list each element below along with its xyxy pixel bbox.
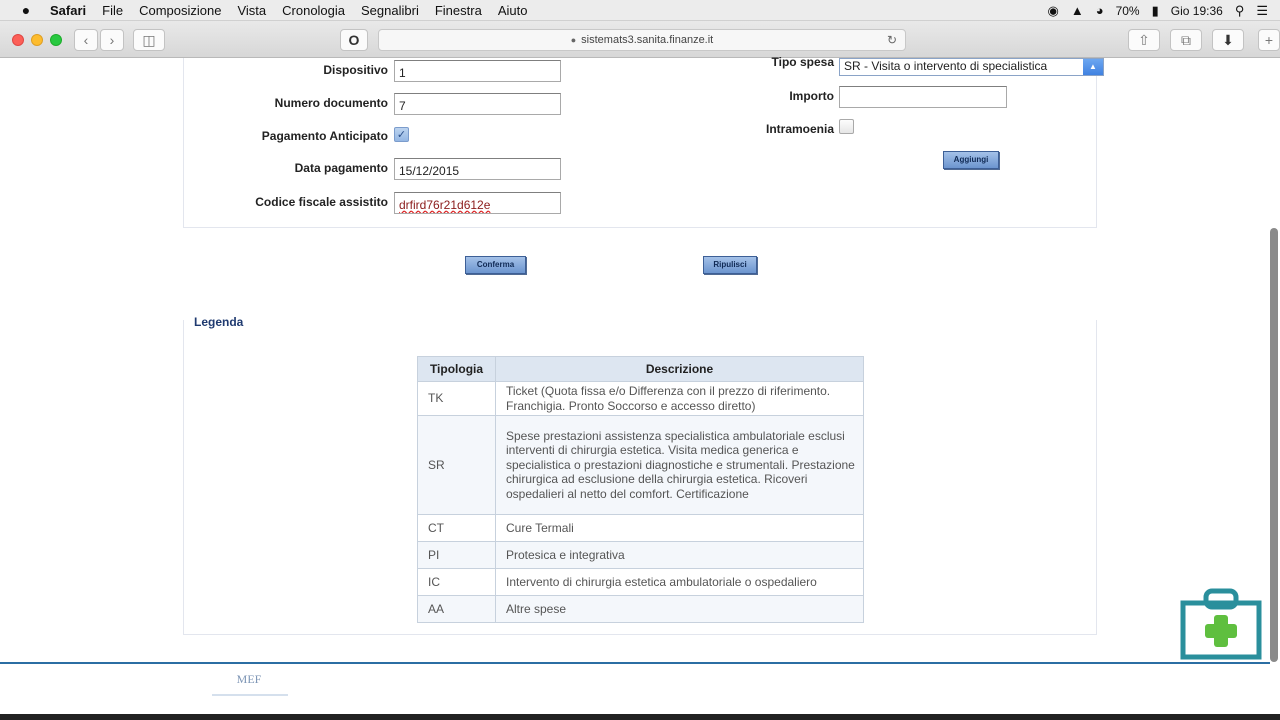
wifi-icon[interactable]: ◕ — [1096, 3, 1104, 18]
plus-icon: + — [1264, 32, 1274, 48]
tipo-spesa-value: SR - Visita o intervento di specialistic… — [844, 59, 1048, 73]
codice-fiscale-label: Codice fiscale assistito — [255, 195, 388, 209]
menu-vista[interactable]: Vista — [237, 3, 266, 18]
medkit-icon[interactable] — [1180, 588, 1262, 660]
row-code: IC — [417, 568, 496, 596]
close-window-button[interactable] — [12, 34, 24, 46]
apple-icon[interactable]: ● — [18, 2, 34, 18]
macos-menubar: ● Safari File Composizione Vista Cronolo… — [0, 0, 1280, 21]
checkmark-icon: ✓ — [396, 129, 407, 141]
intramoenia-label: Intramoenia — [765, 122, 834, 136]
importo-input[interactable] — [839, 86, 1007, 108]
share-button[interactable]: ⇧ — [1128, 29, 1160, 51]
mef-logo-subtitle — [212, 694, 288, 696]
row-code: PI — [417, 541, 496, 569]
menubar-status: ◉ ▲ ◕ 70% ▮ Gio 19:36 ⚲ ☰ — [1048, 0, 1269, 21]
row-code: AA — [417, 595, 496, 623]
download-icon: ⬇ — [1222, 31, 1234, 48]
numero-documento-input[interactable]: 7 — [394, 93, 561, 115]
drive-icon[interactable]: ▲ — [1071, 3, 1084, 18]
intramoenia-checkbox[interactable] — [839, 119, 854, 134]
reload-icon[interactable]: ↻ — [887, 33, 897, 47]
new-tab-button[interactable]: + — [1258, 29, 1280, 51]
header-descrizione: Descrizione — [495, 356, 864, 382]
menu-finestra[interactable]: Finestra — [435, 3, 482, 18]
tipo-spesa-select[interactable]: SR - Visita o intervento di specialistic… — [839, 58, 1104, 76]
menu-cronologia[interactable]: Cronologia — [282, 3, 345, 18]
chevron-left-icon: ‹ — [83, 32, 89, 48]
chevron-right-icon: › — [109, 32, 115, 48]
chevron-down-icon: ▲︎ — [1083, 59, 1103, 75]
row-description: Cure Termali — [495, 514, 864, 542]
sidebar-button[interactable]: ◫ — [133, 29, 165, 51]
forward-button[interactable]: › — [100, 29, 124, 51]
battery-icon[interactable]: ▮ — [1152, 3, 1159, 19]
table-row: TK Ticket (Quota fissa e/o Differenza co… — [417, 381, 864, 416]
tabs-button[interactable]: ⧉ — [1170, 29, 1202, 51]
header-tipologia: Tipologia — [417, 356, 496, 382]
downloads-button[interactable]: ⬇ — [1212, 29, 1244, 51]
menu-composizione[interactable]: Composizione — [139, 3, 221, 18]
codice-fiscale-input[interactable]: drfird76r21d612e — [394, 192, 561, 214]
data-pagamento-input[interactable]: 15/12/2015 — [394, 158, 561, 180]
table-row: AA Altre spese — [417, 595, 864, 623]
reader-icon: O — [348, 32, 360, 48]
address-bar[interactable]: ● sistemats3.sanita.finanze.it ↻ — [378, 29, 906, 51]
pagamento-anticipato-label: Pagamento Anticipato — [261, 129, 388, 143]
reader-button[interactable]: O — [340, 29, 368, 51]
aggiungi-button[interactable]: Aggiungi — [943, 151, 999, 169]
share-icon: ⇧ — [1138, 31, 1150, 48]
address-url: sistemats3.sanita.finanze.it — [581, 34, 714, 46]
menu-file[interactable]: File — [102, 3, 123, 18]
dispositivo-label: Dispositivo — [323, 63, 388, 77]
window-bottom-edge — [0, 714, 1280, 720]
conferma-button[interactable]: Conferma — [465, 256, 526, 274]
notification-center-icon[interactable]: ☰ — [1256, 3, 1268, 19]
table-row: IC Intervento di chirurgia estetica ambu… — [417, 568, 864, 596]
table-row: PI Protesica e integrativa — [417, 541, 864, 569]
numero-documento-label: Numero documento — [274, 96, 388, 110]
minimize-window-button[interactable] — [31, 34, 43, 46]
row-description: Intervento di chirurgia estetica ambulat… — [495, 568, 864, 596]
tipo-spesa-label: Tipo spesa — [771, 55, 834, 69]
row-description: Protesica e integrativa — [495, 541, 864, 569]
sidebar-icon: ◫ — [142, 31, 156, 48]
row-code: TK — [417, 381, 496, 416]
row-description: Spese prestazioni assistenza specialisti… — [495, 415, 864, 515]
table-row: CT Cure Termali — [417, 514, 864, 542]
row-code: CT — [417, 514, 496, 542]
menu-safari[interactable]: Safari — [50, 3, 86, 18]
tabs-icon: ⧉ — [1181, 31, 1191, 48]
zoom-window-button[interactable] — [50, 34, 62, 46]
page-scrollbar[interactable] — [1270, 228, 1278, 662]
legenda-title: Legenda — [194, 315, 244, 329]
importo-label: Importo — [789, 89, 834, 103]
browser-toolbar: ‹ › ◫ O ● sistemats3.sanita.finanze.it ↻… — [0, 21, 1280, 58]
footer-divider — [0, 662, 1270, 664]
ripulisci-button[interactable]: Ripulisci — [703, 256, 757, 274]
table-row: SR Spese prestazioni assistenza speciali… — [417, 415, 864, 515]
record-icon[interactable]: ◉ — [1048, 3, 1059, 19]
lock-icon: ● — [570, 35, 577, 45]
spotlight-icon[interactable]: ⚲ — [1235, 3, 1245, 19]
codice-fiscale-value: drfird76r21d612e — [399, 198, 491, 212]
menu-segnalibri[interactable]: Segnalibri — [361, 3, 419, 18]
page-content: Dispositivo 1 Numero documento 7 Pagamen… — [0, 55, 1280, 720]
pagamento-anticipato-checkbox[interactable]: ✓ — [394, 127, 409, 142]
data-pagamento-label: Data pagamento — [294, 161, 388, 175]
back-button[interactable]: ‹ — [74, 29, 98, 51]
row-description: Altre spese — [495, 595, 864, 623]
battery-percent: 70% — [1115, 3, 1140, 18]
mef-logo[interactable]: MEF — [232, 666, 266, 692]
menu-aiuto[interactable]: Aiuto — [498, 3, 528, 18]
clock[interactable]: Gio 19:36 — [1171, 4, 1223, 18]
legenda-header-row: Tipologia Descrizione — [417, 356, 864, 382]
dispositivo-input[interactable]: 1 — [394, 60, 561, 82]
row-code: SR — [417, 415, 496, 515]
row-description: Ticket (Quota fissa e/o Differenza con i… — [495, 381, 864, 416]
legenda-table: Tipologia Descrizione TK Ticket (Quota f… — [417, 356, 864, 623]
